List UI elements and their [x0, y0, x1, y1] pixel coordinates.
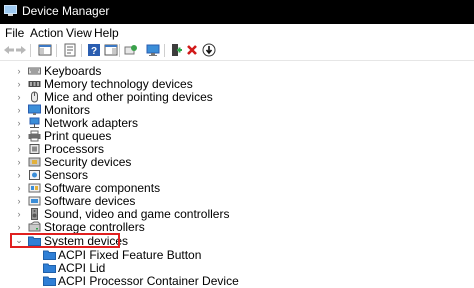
title-bar: Device Manager	[0, 0, 474, 24]
tree-item-label: ACPI Processor Container Device	[58, 274, 239, 288]
menu-help[interactable]: Help	[94, 26, 119, 40]
chevron-right-icon[interactable]: ›	[15, 157, 23, 167]
monitor-icon	[28, 104, 41, 116]
chevron-right-icon[interactable]: ›	[15, 79, 23, 89]
uninstall-device-icon[interactable]	[185, 43, 199, 57]
menu-bar: File Action View Help	[0, 24, 474, 42]
chevron-right-icon[interactable]: ›	[15, 131, 23, 141]
toolbar: ?	[0, 42, 474, 61]
device-icon	[43, 262, 56, 274]
chevron-right-icon[interactable]: ›	[15, 92, 23, 102]
help-icon[interactable]: ?	[87, 43, 101, 57]
chevron-right-icon[interactable]: ›	[15, 66, 23, 76]
software-device-icon	[28, 195, 41, 207]
action-pane-icon[interactable]	[104, 43, 118, 57]
mouse-icon	[28, 91, 41, 103]
chevron-right-icon[interactable]: ›	[15, 118, 23, 128]
security-device-icon	[28, 156, 41, 168]
sensor-icon	[28, 169, 41, 181]
device-icon	[43, 275, 56, 287]
menu-view[interactable]: View	[66, 26, 92, 40]
device-manager-app-icon	[4, 5, 17, 17]
chevron-right-icon[interactable]: ›	[15, 183, 23, 193]
scan-hardware-icon[interactable]	[124, 43, 138, 57]
memory-icon	[28, 78, 41, 90]
show-hide-console-tree-icon[interactable]	[38, 43, 52, 57]
add-driver-icon[interactable]	[169, 43, 183, 57]
window-title: Device Manager	[22, 4, 110, 18]
display-monitor-icon[interactable]	[146, 43, 160, 57]
keyboard-icon	[28, 65, 41, 77]
toolbar-separator	[81, 44, 82, 57]
printer-icon	[28, 130, 41, 142]
storage-controller-icon	[28, 221, 41, 233]
menu-file[interactable]: File	[5, 26, 24, 40]
chevron-right-icon[interactable]: ›	[15, 105, 23, 115]
toolbar-separator	[164, 44, 165, 57]
tree-item-acpi-processor-container-device[interactable]: ACPI Processor Container Device	[0, 275, 474, 288]
chevron-right-icon[interactable]: ›	[15, 170, 23, 180]
svg-text:?: ?	[91, 46, 97, 57]
device-tree: › Keyboards › Memory technology devices …	[0, 61, 474, 288]
menu-action[interactable]: Action	[30, 26, 63, 40]
toolbar-separator	[56, 44, 57, 57]
speaker-icon	[28, 208, 41, 220]
update-driver-icon[interactable]	[202, 43, 216, 57]
device-icon	[43, 249, 56, 261]
highlight-box	[10, 233, 120, 248]
chevron-right-icon[interactable]: ›	[15, 196, 23, 206]
chevron-right-icon[interactable]: ›	[15, 209, 23, 219]
toolbar-separator	[119, 44, 120, 57]
toolbar-separator	[30, 44, 31, 57]
software-component-icon	[28, 182, 41, 194]
forward-icon[interactable]	[14, 43, 28, 57]
chevron-right-icon[interactable]: ›	[15, 144, 23, 154]
network-adapter-icon	[28, 117, 41, 129]
properties-icon[interactable]	[63, 43, 77, 57]
chevron-right-icon[interactable]: ›	[15, 222, 23, 232]
processor-icon	[28, 143, 41, 155]
